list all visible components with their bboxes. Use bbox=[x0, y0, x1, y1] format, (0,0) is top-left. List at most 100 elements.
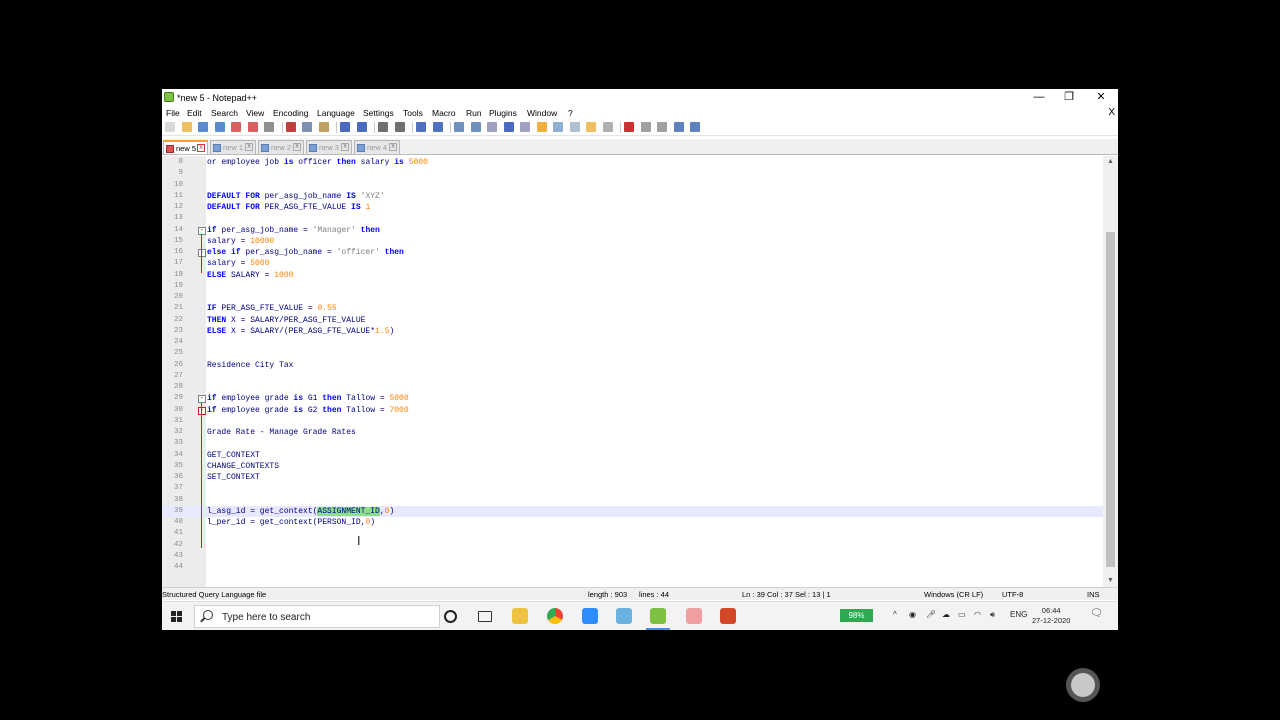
scroll-up-arrow-icon[interactable]: ▲ bbox=[1103, 156, 1118, 168]
close-window-button[interactable]: ✕ bbox=[1086, 90, 1116, 104]
save-icon[interactable] bbox=[198, 122, 208, 132]
scrollbar-thumb[interactable] bbox=[1106, 232, 1115, 567]
code-line[interactable]: 15 salary = 10000 bbox=[162, 236, 1103, 247]
code-line[interactable]: 38 bbox=[162, 495, 1103, 506]
task-view-icon[interactable] bbox=[478, 611, 492, 622]
fold-toggle-icon[interactable]: - bbox=[198, 406, 206, 415]
zoom-icon[interactable] bbox=[582, 608, 598, 624]
code-line[interactable]: 21 IF PER_ASG_FTE_VALUE = 0.55 bbox=[162, 303, 1103, 314]
assistive-touch-button[interactable] bbox=[1066, 668, 1100, 702]
replace-icon[interactable] bbox=[394, 122, 405, 132]
user-lang-icon[interactable] bbox=[536, 122, 547, 132]
tab-new-5[interactable]: new 5 x bbox=[163, 140, 208, 154]
undo-icon[interactable] bbox=[340, 122, 350, 132]
code-line[interactable]: 34 GET_CONTEXT bbox=[162, 450, 1103, 461]
print-icon[interactable] bbox=[264, 122, 274, 132]
code-line[interactable]: 29 - if employee grade is G1 then Tallow =… bbox=[162, 393, 1103, 404]
tab-new-4[interactable]: new 4 x bbox=[354, 140, 400, 154]
vertical-scrollbar[interactable]: ▲ ▼ bbox=[1103, 156, 1118, 587]
redo-icon[interactable] bbox=[356, 122, 367, 132]
fold-toggle-icon[interactable]: - bbox=[198, 226, 206, 235]
code-line[interactable]: 31 bbox=[162, 416, 1103, 427]
code-line[interactable]: 42 bbox=[162, 540, 1103, 551]
code-line[interactable]: 44 bbox=[162, 562, 1103, 573]
code-line[interactable]: 25 bbox=[162, 348, 1103, 359]
notepad-plus-plus-taskbar-icon[interactable] bbox=[646, 608, 670, 630]
tray-app-icon[interactable]: ◉ bbox=[909, 610, 916, 619]
language-indicator[interactable]: ENG bbox=[1010, 610, 1027, 619]
menu-window[interactable]: Window bbox=[527, 108, 557, 118]
battery-icon[interactable]: ▭ bbox=[958, 610, 966, 619]
code-line[interactable]: 13 bbox=[162, 213, 1103, 224]
snipping-tool-icon[interactable] bbox=[686, 608, 702, 624]
record-macro-icon[interactable] bbox=[624, 122, 634, 132]
menu-plugins[interactable]: Plugins bbox=[489, 108, 517, 118]
show-hidden-icons-icon[interactable]: ^ bbox=[893, 610, 897, 619]
code-line[interactable]: 8 or employee job is officer then salary … bbox=[162, 157, 1103, 168]
code-line[interactable]: 14 - if per_asg_job_name = 'Manager' then bbox=[162, 225, 1103, 236]
menu-search[interactable]: Search bbox=[211, 108, 238, 118]
code-line[interactable]: 24 bbox=[162, 337, 1103, 348]
code-line[interactable]: 30 -if employee grade is G2 then Tallow =… bbox=[162, 405, 1103, 416]
code-line[interactable]: 33 bbox=[162, 438, 1103, 449]
tab-new-3[interactable]: new 3 x bbox=[306, 140, 352, 154]
tab-close-icon[interactable]: x bbox=[293, 143, 301, 151]
code-line[interactable]: 26 Residence City Tax bbox=[162, 360, 1103, 371]
app-icon[interactable] bbox=[616, 608, 632, 624]
code-line[interactable]: 36 SET_CONTEXT bbox=[162, 472, 1103, 483]
menu-file[interactable]: File bbox=[166, 108, 180, 118]
code-line[interactable]: 20 bbox=[162, 292, 1103, 303]
code-line[interactable]: 40 l_per_id = get_context(PERSON_ID,0) bbox=[162, 517, 1103, 528]
chrome-icon[interactable] bbox=[547, 608, 563, 624]
find-icon[interactable] bbox=[378, 122, 388, 132]
play-macro-icon[interactable] bbox=[657, 122, 667, 132]
volume-icon[interactable]: 🔊︎ bbox=[990, 610, 995, 620]
code-line[interactable]: 16 -else if per_asg_job_name = 'officer' … bbox=[162, 247, 1103, 258]
zoom-out-icon[interactable] bbox=[432, 122, 443, 132]
scroll-down-arrow-icon[interactable]: ▼ bbox=[1103, 575, 1118, 587]
fold-toggle-icon[interactable]: - bbox=[198, 395, 206, 404]
tab-new-2[interactable]: new 2 x bbox=[258, 140, 304, 154]
battery-indicator[interactable]: 98% bbox=[840, 609, 873, 622]
wifi-icon[interactable]: ◠ bbox=[974, 610, 981, 619]
function-list-icon[interactable] bbox=[569, 122, 580, 132]
tab-close-icon[interactable]: x bbox=[197, 144, 205, 152]
tab-close-icon[interactable]: x bbox=[389, 143, 397, 151]
paste-icon[interactable] bbox=[318, 122, 329, 132]
windows-start-icon[interactable] bbox=[171, 611, 183, 623]
sync-vertical-icon[interactable] bbox=[454, 122, 464, 132]
menu-settings[interactable]: Settings bbox=[363, 108, 394, 118]
menu-tools[interactable]: Tools bbox=[403, 108, 423, 118]
menu-view[interactable]: View bbox=[246, 108, 264, 118]
code-line[interactable]: 41 bbox=[162, 528, 1103, 539]
folder-workspace-icon[interactable] bbox=[586, 122, 596, 132]
menu-language[interactable]: Language bbox=[317, 108, 355, 118]
tab-close-icon[interactable]: x bbox=[341, 143, 349, 151]
code-line[interactable]: 37 bbox=[162, 483, 1103, 494]
system-clock[interactable]: 06:44 27-12-2020 bbox=[1032, 606, 1070, 626]
sync-horizontal-icon[interactable] bbox=[470, 122, 481, 132]
code-line[interactable]: 17 salary = 5000 bbox=[162, 258, 1103, 269]
menu-run[interactable]: Run bbox=[466, 108, 482, 118]
notifications-icon[interactable]: 🗨︎ bbox=[1090, 608, 1103, 619]
new-file-icon[interactable] bbox=[165, 122, 175, 132]
restore-button[interactable]: ❐ bbox=[1054, 90, 1084, 104]
menu-edit[interactable]: Edit bbox=[187, 108, 202, 118]
run-macro-multiple-icon[interactable] bbox=[673, 122, 684, 132]
open-file-icon[interactable] bbox=[181, 122, 192, 132]
code-line[interactable]: 23 ELSE X = SALARY/(PER_ASG_FTE_VALUE*1.5… bbox=[162, 326, 1103, 337]
file-explorer-icon[interactable] bbox=[512, 608, 528, 624]
close-icon[interactable] bbox=[231, 122, 241, 132]
doc-map-icon[interactable] bbox=[553, 122, 563, 132]
powerpoint-icon[interactable] bbox=[720, 608, 736, 624]
code-editor[interactable]: 8 or employee job is officer then salary … bbox=[162, 156, 1118, 587]
code-line[interactable]: 11 DEFAULT FOR per_asg_job_name IS 'XYZ' bbox=[162, 191, 1103, 202]
tab-close-icon[interactable]: x bbox=[245, 143, 253, 151]
monitoring-icon[interactable] bbox=[602, 122, 613, 132]
minimize-button[interactable]: — bbox=[1024, 90, 1054, 104]
menu-help[interactable]: ? bbox=[568, 108, 573, 118]
code-line[interactable]: 43 bbox=[162, 551, 1103, 562]
close-document-button[interactable]: X bbox=[1108, 107, 1115, 118]
menu-encoding[interactable]: Encoding bbox=[273, 108, 308, 118]
tab-new-1[interactable]: new 1 x bbox=[210, 140, 256, 154]
